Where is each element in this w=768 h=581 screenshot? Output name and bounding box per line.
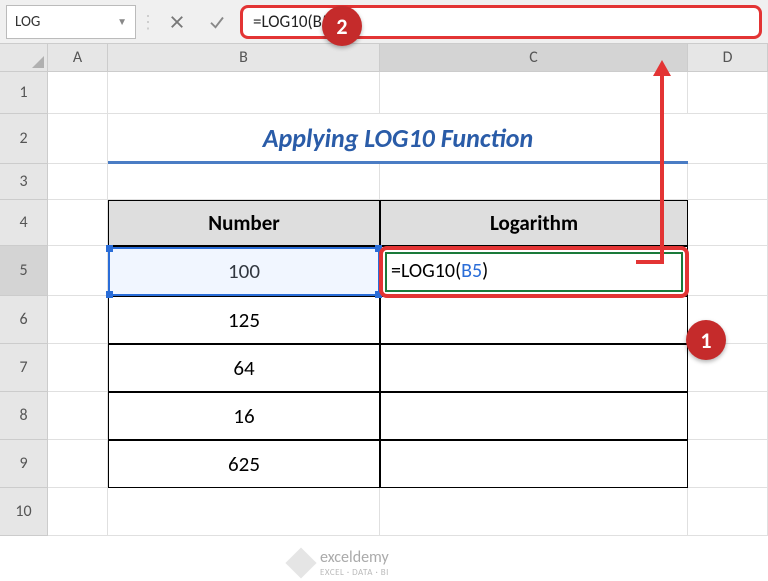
- logo-icon: [285, 547, 316, 578]
- row-header[interactable]: 2: [0, 114, 47, 164]
- data-table: Number Logarithm 100 =LOG10(B5) 125 64: [108, 200, 688, 488]
- row-header[interactable]: 6: [0, 296, 47, 344]
- callout-badge-1: 1: [686, 320, 726, 360]
- row-headers: 1 2 3 4 5 6 7 8 9 10: [0, 72, 48, 536]
- table-cell[interactable]: 625: [108, 440, 380, 488]
- x-icon: [168, 13, 186, 31]
- row-header[interactable]: 8: [0, 392, 47, 440]
- row-header[interactable]: 5: [0, 246, 47, 296]
- table-cell[interactable]: 16: [108, 392, 380, 440]
- watermark-tag: EXCEL · DATA · BI: [320, 567, 389, 578]
- row-header[interactable]: 7: [0, 344, 47, 392]
- col-header-B[interactable]: B: [108, 44, 380, 71]
- name-box-value: LOG: [15, 13, 40, 31]
- watermark: exceldemy EXCEL · DATA · BI: [290, 548, 389, 578]
- active-cell-C5[interactable]: =LOG10(B5): [380, 246, 688, 296]
- cancel-button[interactable]: [160, 5, 194, 39]
- enter-button[interactable]: [200, 5, 234, 39]
- table-cell[interactable]: [380, 392, 688, 440]
- row-header[interactable]: 9: [0, 440, 47, 488]
- select-all-corner[interactable]: [0, 44, 48, 71]
- column-headers: A B C D: [0, 44, 768, 72]
- table-cell[interactable]: 125: [108, 296, 380, 344]
- row-header[interactable]: 1: [0, 72, 47, 114]
- row-header[interactable]: 4: [0, 200, 47, 246]
- table-cell[interactable]: [380, 296, 688, 344]
- row-header[interactable]: 3: [0, 164, 47, 200]
- table-header-number: Number: [108, 200, 380, 246]
- watermark-brand: exceldemy: [320, 548, 389, 567]
- cell-formula-text: =LOG10(B5): [391, 259, 488, 283]
- col-header-A[interactable]: A: [48, 44, 108, 71]
- chevron-down-icon: ▼: [117, 15, 127, 28]
- col-header-C[interactable]: C: [380, 44, 688, 71]
- formula-bar: LOG ▼ ⋮ 2 =LOG10(B5): [0, 0, 768, 44]
- table-cell[interactable]: 100: [108, 246, 380, 296]
- table-header-logarithm: Logarithm: [380, 200, 688, 246]
- table-cell[interactable]: [380, 344, 688, 392]
- cells-area[interactable]: Applying LOG10 Function Number Logarithm…: [48, 72, 768, 536]
- check-icon: [208, 13, 226, 31]
- row-header[interactable]: 10: [0, 488, 47, 536]
- separator: ⋮: [142, 5, 154, 39]
- table-cell[interactable]: [380, 440, 688, 488]
- col-header-D[interactable]: D: [688, 44, 768, 71]
- callout-badge-2: 2: [322, 6, 362, 46]
- sheet-title: Applying LOG10 Function: [108, 114, 688, 164]
- name-box[interactable]: LOG ▼: [6, 5, 136, 39]
- formula-input[interactable]: =LOG10(B5): [240, 5, 762, 39]
- spreadsheet-grid: A B C D 1 2 3 4 5 6 7 8 9 10: [0, 44, 768, 536]
- table-cell[interactable]: 64: [108, 344, 380, 392]
